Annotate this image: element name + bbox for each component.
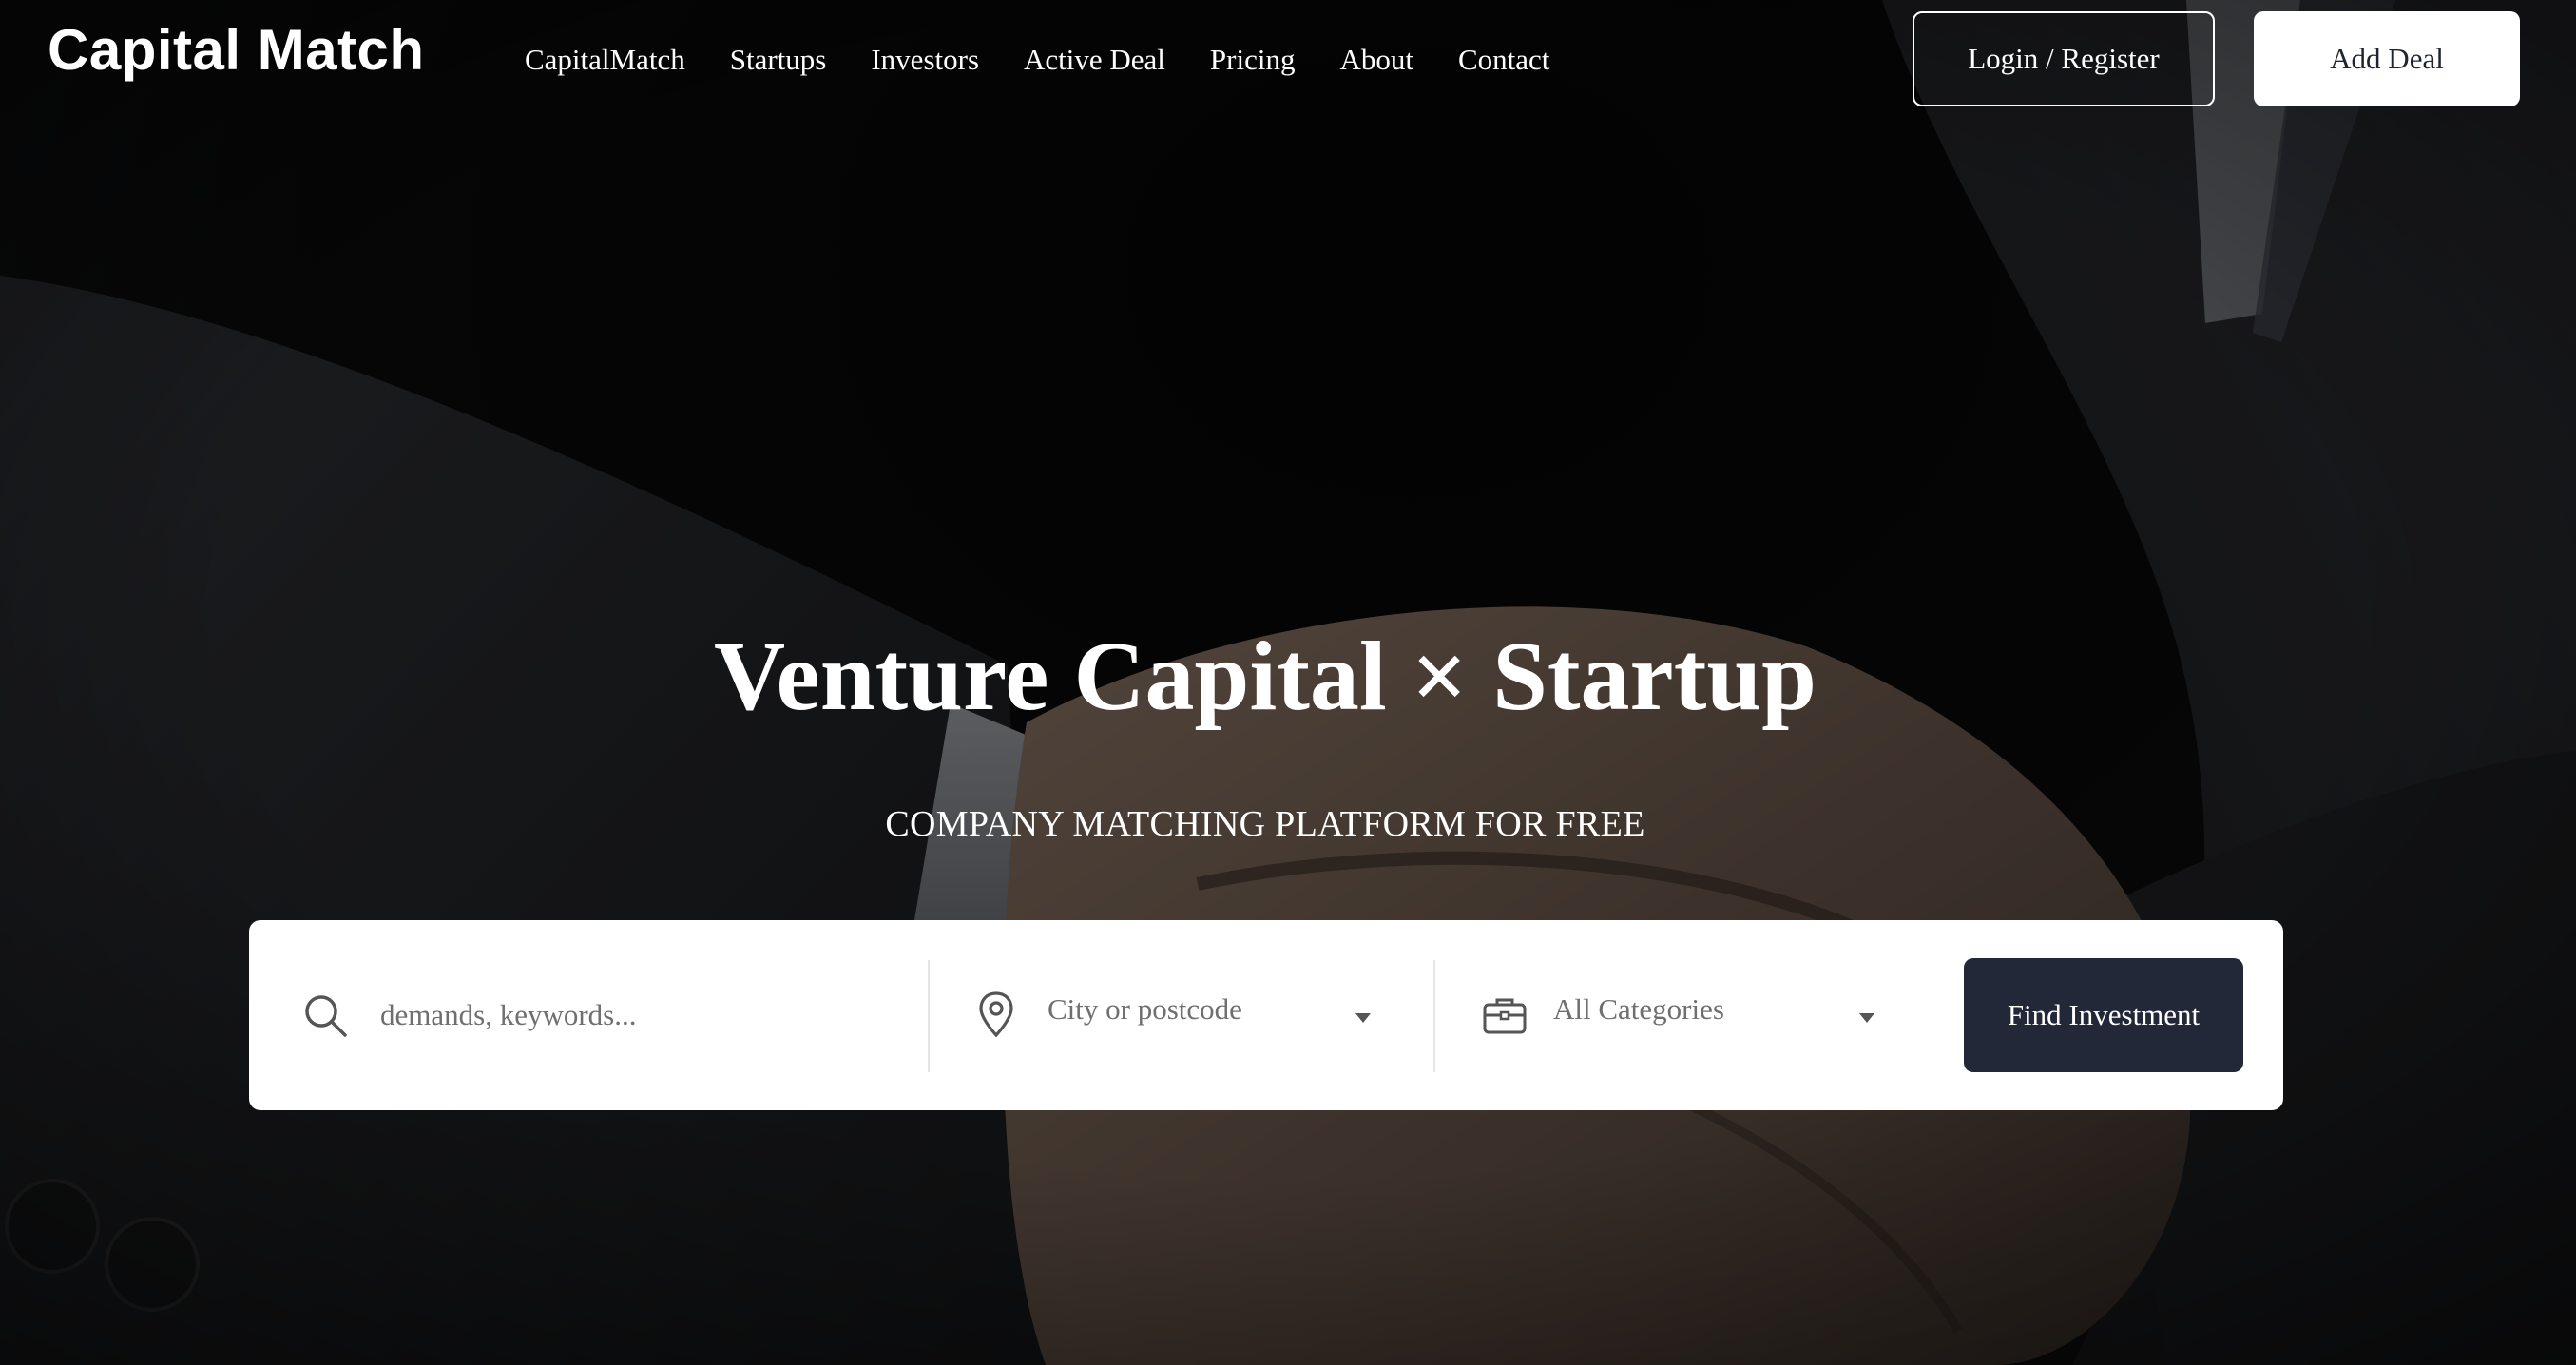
location-select[interactable]: City or postcode xyxy=(930,920,1433,1110)
category-selected-value: All Categories xyxy=(1553,992,1724,1026)
nav-item-investors[interactable]: Investors xyxy=(871,43,979,77)
map-pin-icon xyxy=(979,991,1013,1038)
site-logo[interactable]: Capital Match xyxy=(48,17,425,83)
nav-item-contact[interactable]: Contact xyxy=(1458,43,1549,77)
hero-title: Venture Capital × Startup xyxy=(713,622,1817,731)
chevron-down-icon xyxy=(1859,1013,1874,1023)
login-register-button[interactable]: Login / Register xyxy=(1913,11,2215,106)
nav-item-pricing[interactable]: Pricing xyxy=(1210,43,1296,77)
keywords-input[interactable] xyxy=(380,987,894,1044)
briefcase-icon xyxy=(1483,998,1527,1034)
chevron-down-icon xyxy=(1355,1013,1371,1023)
nav-item-startups[interactable]: Startups xyxy=(730,43,827,77)
nav-item-capitalmatch[interactable]: CapitalMatch xyxy=(525,43,685,77)
main-nav: CapitalMatch Startups Investors Active D… xyxy=(525,36,1594,84)
search-panel: City or postcode All Categories Find Inv… xyxy=(249,920,2283,1110)
nav-item-about[interactable]: About xyxy=(1339,43,1413,77)
category-select[interactable]: All Categories xyxy=(1435,920,1949,1110)
keywords-field[interactable] xyxy=(249,920,928,1110)
site-header: Capital Match CapitalMatch Startups Inve… xyxy=(0,0,2576,119)
location-selected-value: City or postcode xyxy=(1048,992,1242,1026)
find-investment-button[interactable]: Find Investment xyxy=(1964,958,2243,1072)
search-icon xyxy=(305,995,347,1037)
nav-item-active-deal[interactable]: Active Deal xyxy=(1024,43,1165,77)
add-deal-button[interactable]: Add Deal xyxy=(2254,11,2520,106)
hero-subtitle: COMPANY MATCHING PLATFORM FOR FREE xyxy=(885,804,1645,844)
